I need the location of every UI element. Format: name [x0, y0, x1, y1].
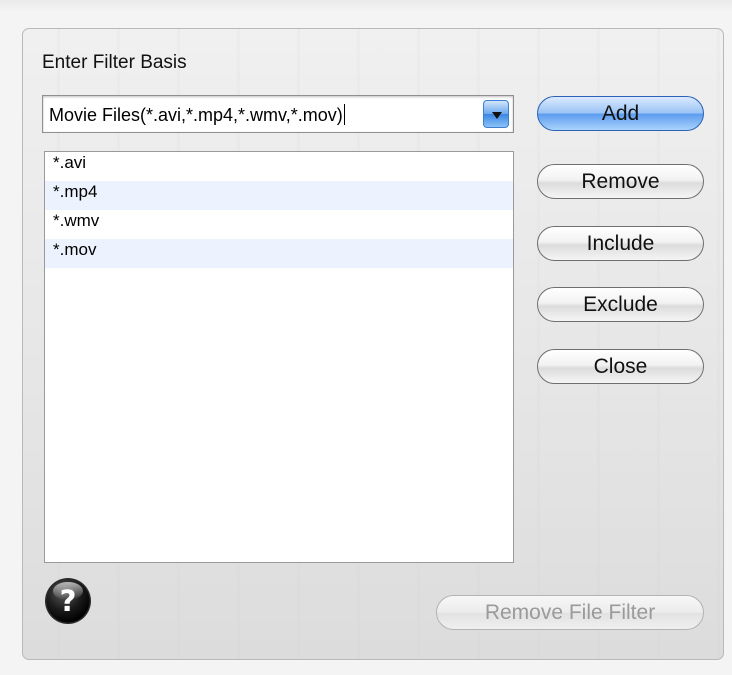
filter-input[interactable]: Movie Files(*.avi,*.mp4,*.wmv,*.mov)	[49, 104, 345, 126]
window-top-edge	[0, 0, 732, 12]
list-item[interactable]: *.mov	[45, 239, 513, 268]
filter-extension-list[interactable]: *.avi *.mp4 *.wmv *.mov	[44, 151, 514, 563]
text-caret	[343, 104, 345, 125]
help-icon[interactable]: ?	[44, 577, 92, 625]
list-item[interactable]: *.avi	[45, 152, 513, 181]
remove-button[interactable]: Remove	[537, 164, 704, 199]
chevron-down-icon[interactable]	[483, 100, 509, 128]
help-glyph: ?	[60, 584, 77, 618]
help-icon-graphic: ?	[45, 578, 91, 624]
exclude-button[interactable]: Exclude	[537, 287, 704, 322]
dialog-heading: Enter Filter Basis	[42, 52, 187, 73]
include-button[interactable]: Include	[537, 226, 704, 261]
filter-input-text: Movie Files(*.avi,*.mp4,*.wmv,*.mov)	[49, 105, 343, 125]
close-button[interactable]: Close	[537, 349, 704, 384]
list-item[interactable]: *.mp4	[45, 181, 513, 210]
remove-file-filter-button: Remove File Filter	[436, 595, 704, 630]
add-button[interactable]: Add	[537, 96, 704, 131]
filter-combobox[interactable]: Movie Files(*.avi,*.mp4,*.wmv,*.mov)	[42, 95, 514, 133]
list-item[interactable]: *.wmv	[45, 210, 513, 239]
